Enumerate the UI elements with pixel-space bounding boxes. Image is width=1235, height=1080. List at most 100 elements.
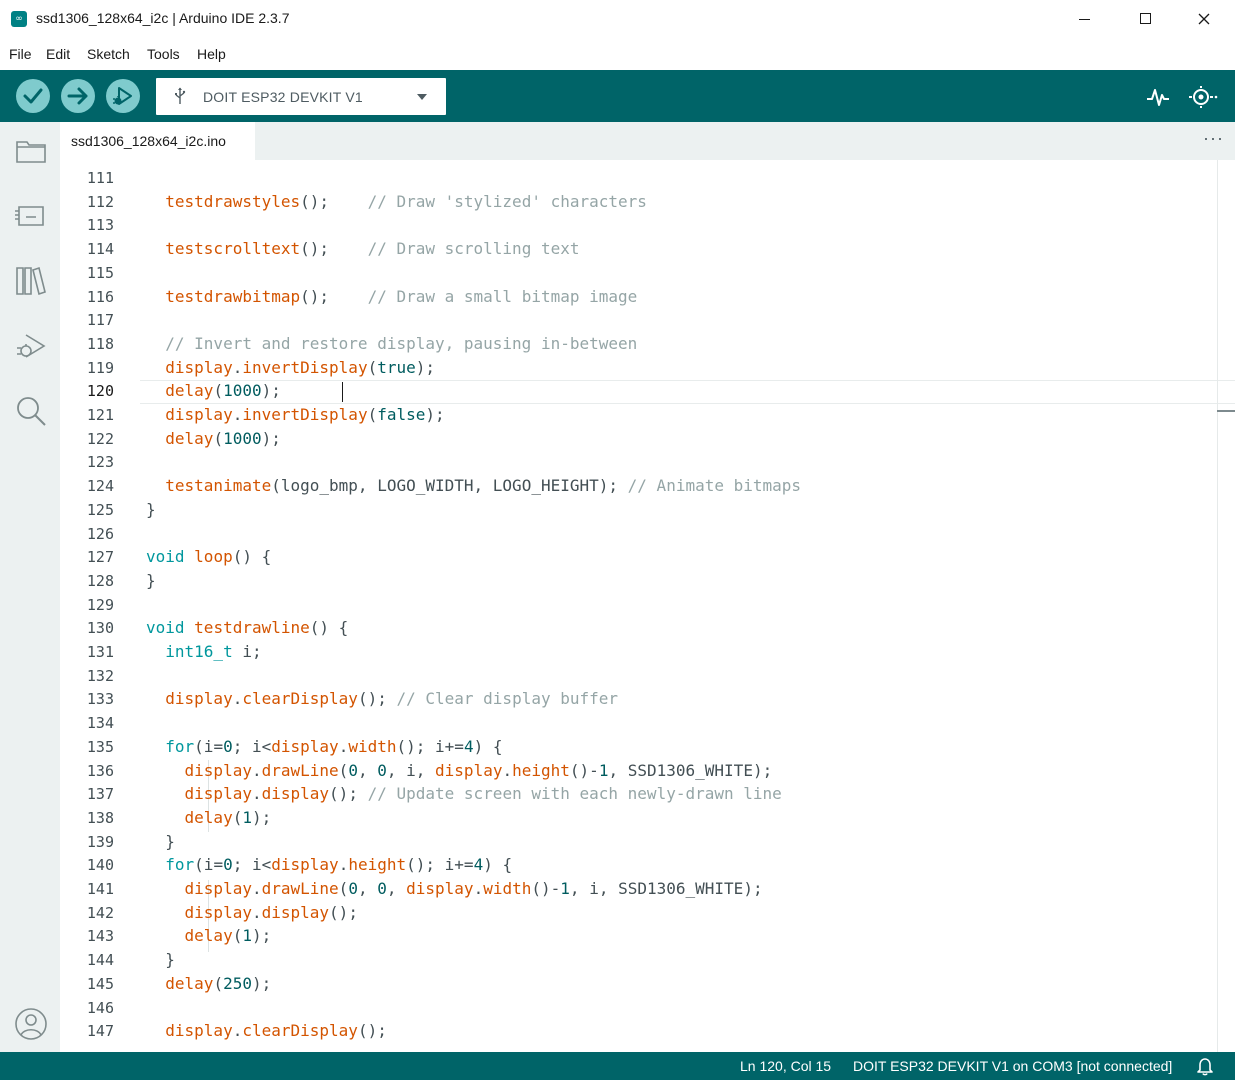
- code-text: delay(1);: [184, 807, 272, 827]
- code-line: 132: [60, 664, 1220, 688]
- menu-edit[interactable]: Edit: [46, 46, 70, 62]
- code-editor[interactable]: 111 112 testdrawstyles(); // Draw 'styliz…: [60, 160, 1235, 1052]
- code-line: 120 delay(1000);: [60, 379, 1220, 403]
- code-line: 143 delay(1);: [60, 924, 1220, 948]
- library-manager-icon[interactable]: [14, 264, 48, 298]
- board-selector[interactable]: DOIT ESP32 DEVKIT V1: [156, 78, 446, 115]
- line-number: 141: [86, 880, 114, 898]
- code-text: display.drawLine(0, 0, display.width()-1…: [184, 879, 763, 898]
- code-line: 145 delay(250);: [60, 972, 1220, 996]
- line-number: 129: [86, 595, 114, 614]
- code-line: 122 delay(1000);: [60, 427, 1220, 451]
- line-number: 138: [86, 808, 114, 827]
- line-number: 136: [86, 761, 114, 780]
- tab-label: ssd1306_128x64_i2c.ino: [71, 133, 226, 149]
- code-line: 115: [60, 261, 1220, 285]
- code-line: 127 void loop() {: [60, 545, 1220, 569]
- text-cursor: [342, 382, 343, 402]
- line-number: 130: [86, 619, 114, 638]
- code-text: }: [146, 499, 156, 519]
- menu-help[interactable]: Help: [197, 46, 226, 62]
- profile-icon[interactable]: [14, 1007, 48, 1041]
- line-number: 133: [86, 690, 114, 709]
- verify-icon: [23, 88, 43, 104]
- line-number: 113: [86, 216, 114, 235]
- code-line: 116 testdrawbitmap(); // Draw a small bi…: [60, 285, 1220, 309]
- line-number: 126: [86, 524, 114, 543]
- serial-monitor-icon[interactable]: [1187, 84, 1219, 110]
- code-line: 135 for(i=0; i<display.width(); i+=4) {: [60, 735, 1220, 759]
- line-number: 145: [86, 974, 114, 993]
- line-number: 142: [86, 903, 114, 922]
- sketchbook-folder-icon[interactable]: [14, 134, 48, 168]
- code-text: display.clearDisplay();: [165, 1021, 387, 1041]
- line-number: 111: [86, 169, 114, 187]
- code-text: int16_t i;: [165, 642, 262, 661]
- code-text: }: [146, 570, 156, 590]
- code-line: 114 testscrolltext(); // Draw scrolling …: [60, 237, 1220, 261]
- vertical-scrollbar[interactable]: [1217, 160, 1218, 1052]
- chevron-down-icon: [417, 94, 427, 100]
- code-text: delay(1000);: [165, 428, 281, 448]
- code-line: 146: [60, 996, 1220, 1020]
- cursor-position[interactable]: Ln 120, Col 15: [740, 1058, 831, 1074]
- code-text: testanimate(logo_bmp, LOGO_WIDTH, LOGO_H…: [165, 476, 802, 496]
- code-line: 147 display.clearDisplay();: [60, 1019, 1220, 1043]
- code-text: testdrawstyles(); // Draw 'stylized' cha…: [165, 191, 647, 211]
- minimize-button[interactable]: [1061, 0, 1107, 38]
- boards-manager-icon[interactable]: [14, 199, 48, 233]
- status-bar: Ln 120, Col 15 DOIT ESP32 DEVKIT V1 on C…: [0, 1052, 1235, 1080]
- line-number: 118: [86, 334, 114, 353]
- debug-icon: [113, 87, 132, 105]
- code-line: 139 }: [60, 830, 1220, 854]
- maximize-button[interactable]: [1122, 0, 1168, 38]
- scrollbar-cursor-marker: [1217, 410, 1235, 412]
- more-actions-icon[interactable]: ···: [1203, 128, 1224, 149]
- line-number: 146: [86, 998, 114, 1017]
- code-text: delay(250);: [165, 973, 272, 993]
- line-number: 135: [86, 737, 114, 756]
- code-text: display.invertDisplay(false);: [165, 405, 445, 424]
- line-number: 115: [86, 263, 114, 282]
- code-line: 121 display.invertDisplay(false);: [60, 403, 1220, 427]
- menu-file[interactable]: File: [9, 46, 32, 62]
- debug-button[interactable]: [106, 79, 140, 113]
- board-name: DOIT ESP32 DEVKIT V1: [203, 89, 363, 105]
- code-text: delay(1);: [184, 926, 272, 946]
- menu-tools[interactable]: Tools: [147, 46, 180, 62]
- code-text: testdrawbitmap(); // Draw a small bitmap…: [165, 286, 638, 306]
- serial-plotter-icon[interactable]: [1145, 84, 1171, 110]
- code-line: 119 display.invertDisplay(true);: [60, 356, 1220, 380]
- code-line: 133 display.clearDisplay(); // Clear dis…: [60, 687, 1220, 711]
- code-text: // Invert and restore display, pausing i…: [165, 333, 638, 353]
- code-text: }: [146, 950, 175, 970]
- notifications-bell-icon[interactable]: [1196, 1056, 1214, 1076]
- tab-sketch[interactable]: ssd1306_128x64_i2c.ino: [60, 122, 255, 160]
- code-text: for(i=0; i<display.height(); i+=4) {: [165, 855, 513, 875]
- debug-icon[interactable]: [14, 329, 48, 363]
- code-text: display.drawLine(0, 0, i, display.height…: [184, 760, 773, 780]
- code-line: 136 display.drawLine(0, 0, i, display.he…: [60, 759, 1220, 783]
- line-number: 125: [86, 500, 114, 519]
- code-line: 130 void testdrawline() {: [60, 616, 1220, 640]
- line-number: 117: [86, 311, 114, 330]
- window-title: ssd1306_128x64_i2c | Arduino IDE 2.3.7: [36, 10, 290, 26]
- line-number: 122: [86, 429, 114, 448]
- verify-button[interactable]: [16, 79, 50, 113]
- code-line: 126: [60, 522, 1220, 546]
- line-number: 131: [86, 643, 114, 661]
- code-line: 142 display.display();: [60, 901, 1220, 925]
- close-button[interactable]: [1181, 0, 1227, 38]
- line-number: 114: [86, 240, 114, 259]
- search-icon[interactable]: [14, 394, 48, 428]
- board-port-status[interactable]: DOIT ESP32 DEVKIT V1 on COM3 [not connec…: [853, 1058, 1172, 1074]
- line-number: 144: [86, 951, 114, 970]
- menu-bar: File Edit Sketch Tools Help: [0, 38, 1235, 70]
- code-text: display.display(); // Update screen with…: [184, 784, 782, 804]
- menu-sketch[interactable]: Sketch: [87, 46, 130, 62]
- line-number: 127: [86, 548, 114, 567]
- line-number: 119: [86, 358, 114, 377]
- code-text: delay(1000);: [165, 381, 281, 401]
- arduino-logo-icon: ∞: [11, 11, 27, 27]
- upload-button[interactable]: [61, 79, 95, 113]
